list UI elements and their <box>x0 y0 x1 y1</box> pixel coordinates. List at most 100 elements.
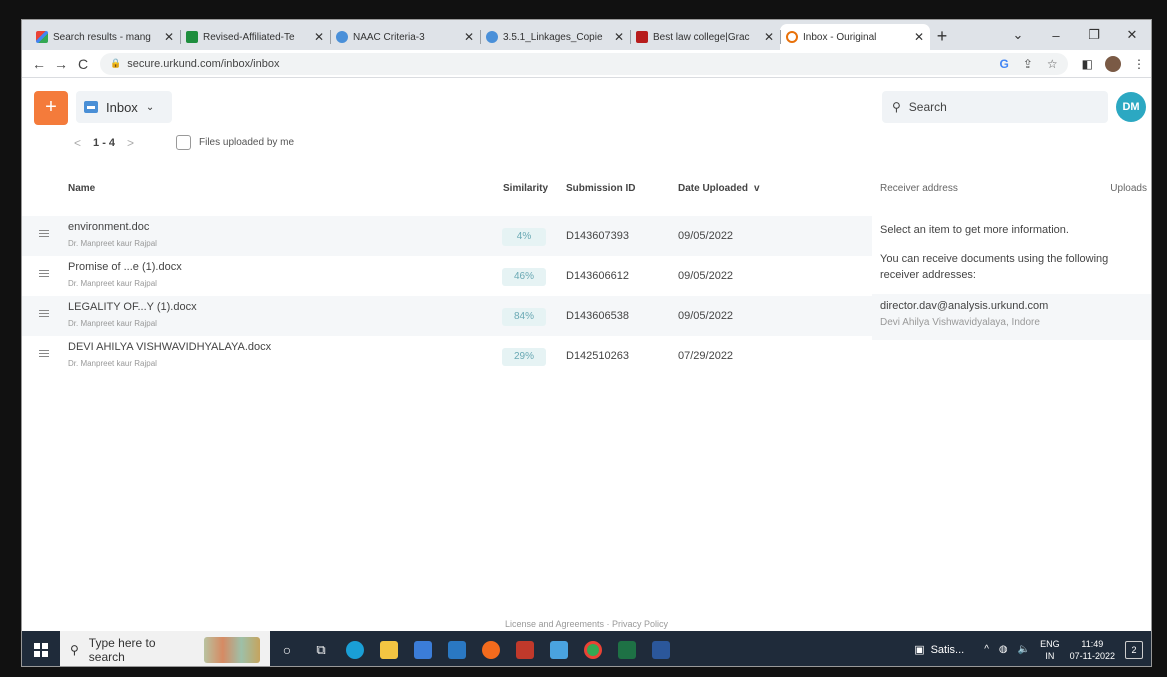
language-indicator[interactable]: ENG IN <box>1040 638 1060 662</box>
forward-icon[interactable]: → <box>50 56 72 72</box>
taskbar-search[interactable]: ⚲ Type here to search <box>60 631 270 666</box>
restore-icon[interactable]: ❐ <box>1075 27 1113 43</box>
prev-page-button[interactable]: < <box>74 136 81 150</box>
next-page-button[interactable]: > <box>127 136 134 150</box>
close-tab-icon[interactable]: ✕ <box>314 30 324 44</box>
tab-gmail[interactable]: Search results - mang ✕ <box>30 24 180 50</box>
ouriginal-icon <box>786 31 798 43</box>
column-name[interactable]: Name <box>68 183 95 194</box>
column-similarity[interactable]: Similarity <box>503 183 548 194</box>
user-avatar[interactable]: DM <box>1116 92 1146 122</box>
taskbar-search-placeholder: Type here to search <box>88 635 156 664</box>
file-author: Dr. Manpreet kaur Rajpal <box>68 239 157 248</box>
close-tab-icon[interactable]: ✕ <box>764 30 774 44</box>
close-tab-icon[interactable]: ✕ <box>164 30 174 44</box>
file-name: LEGALITY OF...Y (1).docx <box>68 301 197 313</box>
tab-ouriginal[interactable]: Inbox - Ouriginal ✕ <box>780 24 930 50</box>
table-row[interactable]: Promise of ...e (1).docx Dr. Manpreet ka… <box>22 256 872 296</box>
region: IN <box>1045 650 1055 661</box>
windows-start-icon[interactable] <box>22 631 60 666</box>
filter-label: Files uploaded by me <box>199 137 295 148</box>
upload-date: 09/05/2022 <box>678 270 734 282</box>
document-icon <box>39 350 49 362</box>
upload-date: 09/05/2022 <box>678 310 734 322</box>
lock-icon: 🔒 <box>110 58 122 68</box>
filter-checkbox[interactable] <box>176 135 191 150</box>
column-date-uploaded[interactable]: Date Uploaded <box>678 183 748 194</box>
google-icon[interactable]: G <box>999 57 1008 71</box>
reload-icon[interactable]: C <box>72 56 94 72</box>
column-submission-id[interactable]: Submission ID <box>566 183 635 194</box>
search-input[interactable]: ⚲ Search <box>882 91 1108 123</box>
tab-naac[interactable]: NAAC Criteria-3 ✕ <box>330 24 480 50</box>
new-tab-button[interactable]: + <box>930 24 954 50</box>
file-name: Promise of ...e (1).docx <box>68 261 182 273</box>
tab-linkages[interactable]: 3.5.1_Linkages_Copie ✕ <box>480 24 630 50</box>
sort-chevron-icon[interactable]: v <box>754 183 760 194</box>
uploads-header: Uploads <box>1110 183 1147 194</box>
back-icon[interactable]: ← <box>28 56 50 72</box>
chevron-up-icon[interactable]: ^ <box>984 644 989 655</box>
tab-title: Inbox - Ouriginal <box>803 31 877 43</box>
close-tab-icon[interactable]: ✕ <box>614 30 624 44</box>
files-uploaded-filter[interactable]: Files uploaded by me <box>176 135 294 150</box>
running-window[interactable]: ▣ Satis... <box>914 643 965 657</box>
similarity-badge: 46% <box>502 268 546 286</box>
system-tray: ▣ Satis... ^ ◍ 🔈 ENG IN 11:49 07-11-2022… <box>914 638 1151 662</box>
pagination: < 1 - 4 > <box>74 136 134 150</box>
page-range: 1 - 4 <box>93 137 116 149</box>
firefox-icon[interactable] <box>474 631 508 666</box>
store-icon[interactable] <box>406 631 440 666</box>
table-row[interactable]: LEGALITY OF...Y (1).docx Dr. Manpreet ka… <box>22 296 872 336</box>
table-header: Name Similarity Submission ID Date Uploa… <box>22 174 872 204</box>
bookmark-star-icon[interactable]: ☆ <box>1047 57 1058 71</box>
gmail-icon <box>36 31 48 43</box>
sidepanel-icon[interactable]: ◧ <box>1082 57 1093 71</box>
folder-dropdown[interactable]: Inbox ⌄ <box>76 91 172 123</box>
share-icon[interactable]: ⇪ <box>1023 57 1033 71</box>
footer-links[interactable]: License and Agreements · Privacy Policy <box>22 619 1151 629</box>
running-window-label: Satis... <box>930 643 965 656</box>
document-icon <box>39 270 49 282</box>
tab-search-icon[interactable]: ⌄ <box>999 27 1037 43</box>
close-tab-icon[interactable]: ✕ <box>914 30 924 44</box>
menu-icon[interactable]: ⋮ <box>1133 57 1145 71</box>
file-explorer-icon[interactable] <box>372 631 406 666</box>
chrome-icon[interactable] <box>576 631 610 666</box>
excel-icon[interactable] <box>610 631 644 666</box>
law-icon <box>636 31 648 43</box>
select-hint: Select an item to get more information. <box>880 224 1069 236</box>
minimize-icon[interactable]: – <box>1037 28 1075 43</box>
table-row[interactable]: environment.doc Dr. Manpreet kaur Rajpal… <box>22 216 872 256</box>
volume-icon[interactable]: 🔈 <box>1018 644 1030 655</box>
clock[interactable]: 11:49 07-11-2022 <box>1070 638 1115 662</box>
profile-avatar[interactable] <box>1105 55 1121 72</box>
close-tab-icon[interactable]: ✕ <box>464 30 474 44</box>
tab-title: Search results - mang <box>53 31 151 43</box>
similarity-badge: 84% <box>502 308 546 326</box>
word-icon[interactable] <box>644 631 678 666</box>
document-icon <box>39 230 49 242</box>
cortana-icon[interactable]: ○ <box>270 631 304 666</box>
file-author: Dr. Manpreet kaur Rajpal <box>68 359 157 368</box>
network-icon[interactable]: ◍ <box>999 644 1008 655</box>
tab-title: NAAC Criteria-3 <box>353 31 425 43</box>
tab-title: Best law college|Grac <box>653 31 750 43</box>
notification-badge[interactable]: 2 <box>1125 640 1143 659</box>
app-icon[interactable] <box>508 631 542 666</box>
task-view-icon[interactable]: ⧉ <box>304 631 338 666</box>
table-row[interactable]: DEVI AHILYA VISHWAVIDHYALAYA.docx Dr. Ma… <box>22 336 872 376</box>
chevron-down-icon: ⌄ <box>145 101 155 113</box>
document-icon <box>39 310 49 322</box>
tab-sheets[interactable]: Revised-Affiliated-Te ✕ <box>180 24 330 50</box>
edge-icon[interactable] <box>338 631 372 666</box>
mail-icon[interactable] <box>440 631 474 666</box>
window-controls: ⌄ – ❐ ✕ <box>999 20 1151 50</box>
new-submission-button[interactable]: + <box>34 91 68 125</box>
photos-icon[interactable] <box>542 631 576 666</box>
address-bar[interactable]: 🔒 secure.urkund.com/inbox/inbox G ⇪ ☆ <box>100 52 1068 75</box>
close-window-icon[interactable]: ✕ <box>1113 27 1151 43</box>
tab-law-college[interactable]: Best law college|Grac ✕ <box>630 24 780 50</box>
window-icon: ▣ <box>914 644 925 656</box>
similarity-badge: 29% <box>502 348 546 366</box>
